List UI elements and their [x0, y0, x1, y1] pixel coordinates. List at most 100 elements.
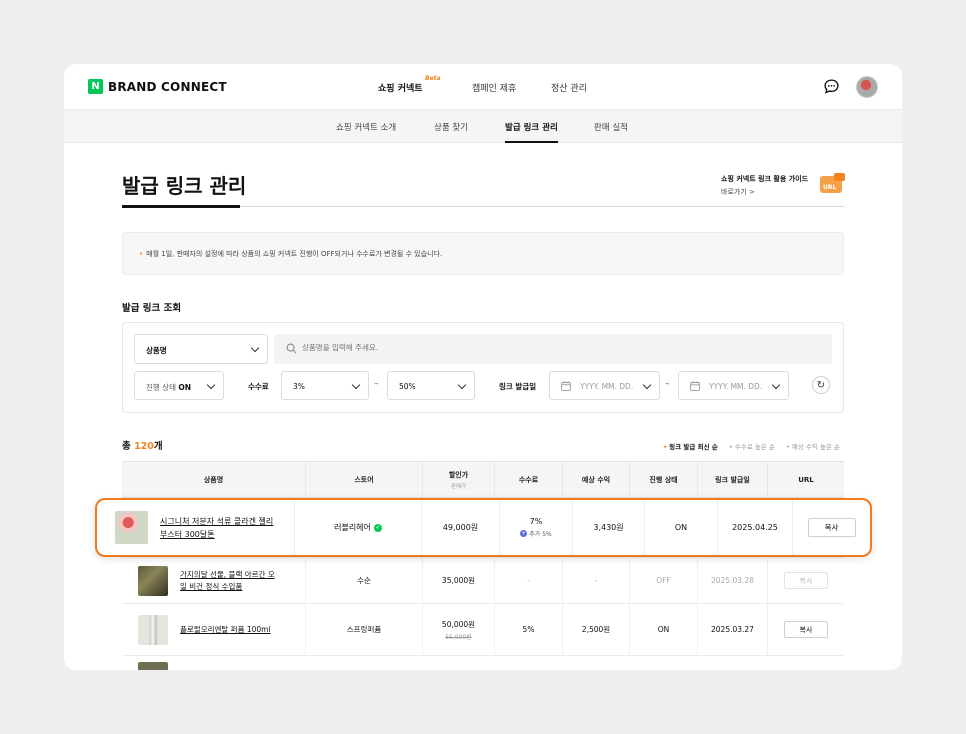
commission-max-select[interactable]: 50%: [387, 371, 475, 400]
guide-title[interactable]: 쇼핑 커넥트 링크 활용 가이드: [721, 174, 808, 184]
chevron-down-icon: [206, 380, 216, 390]
revenue-cell: 2,500원: [562, 604, 629, 655]
total-count: 총 120개: [122, 438, 163, 452]
status-cell: ON: [644, 500, 717, 555]
end-date-picker[interactable]: YYYY. MM. DD.: [678, 371, 789, 400]
chevron-down-icon: [250, 343, 260, 353]
col-date: 링크 발급일: [697, 462, 767, 498]
bullet-icon: •: [663, 443, 668, 451]
commission-cell: -: [494, 558, 562, 603]
refresh-icon[interactable]: ↻: [812, 376, 830, 394]
chevron-down-icon: [351, 380, 361, 390]
product-link[interactable]: 시그니처 저분자 석류 콜라겐 젤리 부스터 300달톤: [160, 515, 278, 541]
bullet-icon: •: [139, 250, 144, 258]
original-price: 55,000원: [445, 633, 472, 641]
total-number: 120: [134, 441, 154, 452]
date-cell: 2025.03.27: [697, 604, 767, 655]
url-cell: 복사: [792, 500, 870, 555]
guide-link[interactable]: 바로가기 >: [721, 187, 755, 197]
top-nav: N BRAND CONNECT 쇼핑 커넥트 Beta 캠페인 제휴 정산 관리: [64, 64, 902, 109]
start-date-picker[interactable]: YYYY. MM. DD.: [549, 371, 660, 400]
status-label: 진행 상태: [146, 383, 176, 392]
end-date-placeholder: YYYY. MM. DD.: [709, 382, 763, 391]
menu-campaign[interactable]: 캠페인 제휴: [472, 81, 516, 94]
brand-logo[interactable]: N BRAND CONNECT: [88, 79, 227, 94]
date-range-dash: –: [665, 379, 670, 389]
product-thumbnail: [115, 511, 148, 544]
extra-commission: + 추가 5%: [520, 529, 552, 538]
tab-intro[interactable]: 쇼핑 커넥트 소개: [336, 121, 396, 133]
product-thumbnail: [138, 565, 168, 596]
col-product: 상품명: [203, 476, 224, 484]
copy-button[interactable]: 복사: [784, 572, 828, 589]
product-thumbnail: [138, 662, 168, 670]
tab-find-products[interactable]: 상품 찾기: [434, 121, 468, 133]
date-cell: 2025.04.25: [717, 500, 792, 555]
col-price-label: 할인가: [448, 471, 469, 479]
menu-shopping-connect[interactable]: 쇼핑 커넥트 Beta: [378, 75, 441, 94]
tab-link-management[interactable]: 발급 링크 관리: [505, 121, 558, 133]
sub-nav: 쇼핑 커넥트 소개 상품 찾기 발급 링크 관리 판매 실적: [64, 109, 902, 143]
sort-latest[interactable]: • 링크 발급 최신 순: [663, 441, 718, 451]
total-prefix: 총: [122, 441, 135, 452]
search-box: [274, 334, 832, 364]
commission-min-select[interactable]: 3%: [281, 371, 369, 400]
app-window: N BRAND CONNECT 쇼핑 커넥트 Beta 캠페인 제휴 정산 관리…: [64, 64, 902, 670]
commission-cell: 7% + 추가 5%: [499, 500, 572, 555]
search-type-select[interactable]: 상품명: [134, 334, 268, 364]
status-cell: OFF: [629, 558, 697, 603]
table-row: [122, 656, 844, 670]
notice-message: 매월 1일, 판매자의 설정에 따라 상품의 쇼핑 커넥트 진행이 OFF되거나…: [146, 250, 443, 258]
url-cell: 복사: [767, 604, 844, 655]
avatar[interactable]: [856, 76, 878, 98]
col-price: 할인가 판매가: [422, 462, 494, 498]
revenue-cell: -: [562, 558, 629, 603]
verified-check-icon: ✓: [373, 523, 382, 532]
search-input[interactable]: [302, 343, 702, 352]
page-title: 발급 링크 관리: [122, 174, 247, 198]
col-price-sub: 판매가: [450, 484, 467, 490]
date-cell: 2025.03.28: [697, 558, 767, 603]
tab-sales-performance[interactable]: 판매 실적: [594, 121, 628, 133]
sort-revenue[interactable]: • 예상 수익 높은 순: [786, 441, 840, 451]
col-revenue: 예상 수익: [562, 462, 629, 498]
store-name: 러블리헤어: [334, 523, 371, 532]
table-row: 플로럴오리엔탈 퍼퓸 100ml 스프링퍼퓸 50,000원 55,000원 5…: [122, 604, 844, 656]
naver-logo-icon: N: [88, 79, 103, 94]
start-date-placeholder: YYYY. MM. DD.: [580, 382, 634, 391]
revenue-cell: 3,430원: [572, 500, 644, 555]
copy-button[interactable]: 복사: [784, 621, 828, 638]
chat-bubble-icon[interactable]: [823, 78, 840, 95]
store-cell: 스프링퍼퓸: [305, 604, 422, 655]
copy-button[interactable]: 복사: [807, 518, 856, 537]
commission-label: 수수료: [248, 382, 269, 391]
active-tab-indicator: [505, 141, 558, 143]
sort-latest-label: 링크 발급 최신 순: [669, 443, 718, 451]
sale-price: 50,000원: [441, 619, 476, 629]
sort-commission[interactable]: • 수수료 높은 순: [729, 441, 775, 451]
search-type-value: 상품명: [146, 346, 167, 355]
plus-icon: +: [520, 529, 528, 537]
calendar-icon: [690, 381, 700, 391]
beta-badge: Beta: [425, 75, 441, 82]
chevron-down-icon: [642, 380, 652, 390]
menu-label: 쇼핑 커넥트: [378, 84, 423, 94]
search-icon: [286, 343, 297, 354]
price-cell: 35,000원: [422, 558, 494, 603]
product-cell: [122, 656, 305, 670]
product-link[interactable]: 가지의달 선물, 블랙 아르간 오일 비건 정식 수입품: [180, 569, 280, 593]
menu-settlement[interactable]: 정산 관리: [551, 81, 587, 94]
table-header: 상품명 스토어 할인가 판매가 수수료 예상 수익 진행 상태 링크 발급일 U…: [122, 462, 844, 498]
extra-commission-label: 추가 5%: [529, 531, 552, 538]
notice-box: • 매월 1일, 판매자의 설정에 따라 상품의 쇼핑 커넥트 진행이 OFF되거…: [122, 232, 844, 275]
price-cell: 50,000원 55,000원: [422, 604, 494, 655]
status-select[interactable]: 진행 상태 ON: [134, 371, 224, 400]
product-thumbnail: [138, 614, 168, 645]
status-value: ON: [178, 383, 192, 392]
url-badge-label: URL: [823, 184, 837, 191]
commission-min-value: 3%: [293, 382, 305, 391]
logo-text: BRAND CONNECT: [108, 79, 227, 94]
highlighted-row: 시그니처 저분자 석류 콜라겐 젤리 부스터 300달톤 러블리헤어 ✓ 49,…: [95, 498, 872, 557]
product-link[interactable]: 플로럴오리엔탈 퍼퓸 100ml: [180, 624, 280, 636]
table-row: 가지의달 선물, 블랙 아르간 오일 비건 정식 수입품 수순 35,000원 …: [122, 558, 844, 604]
